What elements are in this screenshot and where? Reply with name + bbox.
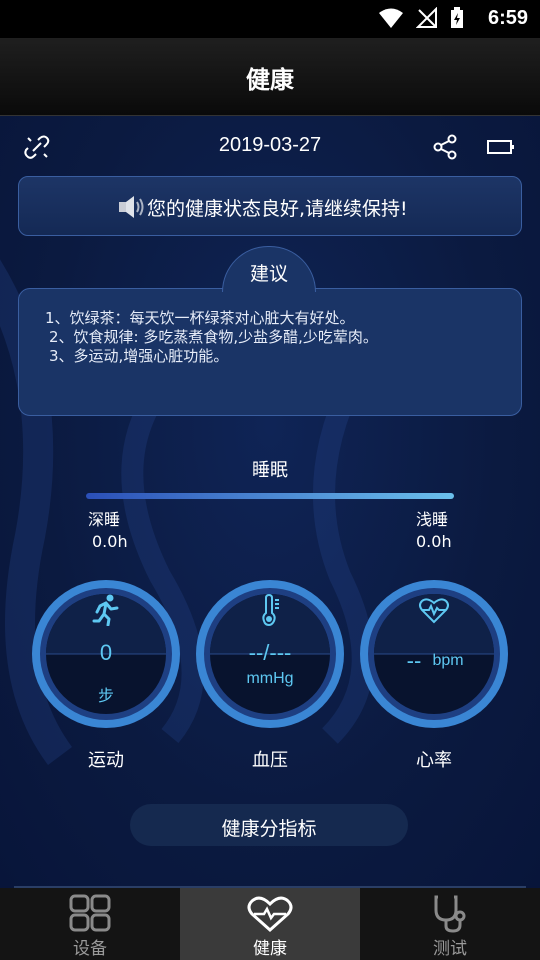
health-score-button[interactable]: 健康分指标 [130, 804, 408, 846]
health-status-message: 您的健康状态良好,请继续保持! [147, 198, 408, 220]
page-title: 健康 [246, 66, 294, 94]
battery-charging-icon [451, 7, 463, 28]
bottom-nav: 设备 健康 测试 [0, 888, 540, 960]
light-sleep-label: 浅睡 [416, 510, 449, 529]
nav-item-device[interactable]: 设备 [0, 888, 180, 960]
status-time: 6:59 [487, 7, 528, 29]
advice-title: 建议 [249, 263, 288, 285]
stethoscope-icon [434, 895, 466, 933]
nav-label-test: 测试 [433, 939, 467, 959]
advice-item: 3、多运动,增强心脏功能。 [49, 347, 229, 365]
nav-label-device: 设备 [73, 939, 107, 959]
status-bar: 6:59 [0, 0, 540, 38]
status-icons [378, 7, 464, 29]
thermometer-icon [262, 594, 279, 626]
sleep-title: 睡眠 [252, 460, 288, 481]
heart-icon [247, 896, 293, 933]
battery-icon[interactable] [486, 132, 516, 162]
health-score-label: 健康分指标 [221, 818, 317, 840]
heart-rate-gauge[interactable]: -- bpm [358, 578, 510, 730]
app-header: 健康 [0, 38, 540, 116]
sleep-bar [86, 493, 454, 499]
blood-pressure-value: --/--- [248, 640, 292, 665]
nav-item-health[interactable]: 健康 [180, 888, 360, 960]
blood-pressure-label: 血压 [252, 750, 288, 771]
steps-unit: 步 [97, 688, 114, 705]
steps-label: 运动 [88, 750, 124, 771]
advice-card: 1、饮绿茶：每天饮一杯绿茶对心脏大有好处。 2、饮食规律: 多吃蒸煮食物,少盐多… [18, 288, 522, 416]
speaker-icon [119, 196, 144, 218]
nav-item-test[interactable]: 测试 [360, 888, 540, 960]
running-icon [92, 594, 119, 626]
wifi-icon [379, 8, 403, 28]
grid-icon [69, 894, 111, 932]
nav-label-health: 健康 [253, 939, 287, 959]
blood-pressure-unit: mmHg [246, 670, 294, 687]
blood-pressure-gauge[interactable]: --/--- mmHg [194, 578, 346, 730]
advice-item: 2、饮食规律: 多吃蒸煮食物,少盐多醋,少吃荤肉。 [49, 328, 378, 346]
steps-gauge[interactable]: 0 步 [30, 578, 182, 730]
share-icon[interactable] [430, 132, 460, 162]
steps-value: 0 [99, 640, 113, 665]
heart-pulse-icon [419, 598, 449, 624]
light-sleep-value: 0.0h [416, 532, 452, 551]
health-status-card: 您的健康状态良好,请继续保持! [18, 176, 522, 236]
no-signal-icon [416, 7, 437, 28]
deep-sleep-label: 深睡 [88, 510, 121, 529]
advice-list: 1、饮绿茶：每天饮一杯绿茶对心脏大有好处。 2、饮食规律: 多吃蒸煮食物,少盐多… [45, 309, 378, 366]
main-content: 2019-03-27 您的健康状态良好,请继续保持! 1、饮绿茶：每天饮一杯绿茶… [0, 116, 540, 888]
heart-rate-label: 心率 [416, 750, 452, 771]
advice-item: 1、饮绿茶：每天饮一杯绿茶对心脏大有好处。 [45, 309, 355, 327]
heart-rate-unit: bpm [432, 652, 464, 669]
toolbar: 2019-03-27 [0, 128, 540, 164]
deep-sleep-value: 0.0h [92, 532, 128, 551]
